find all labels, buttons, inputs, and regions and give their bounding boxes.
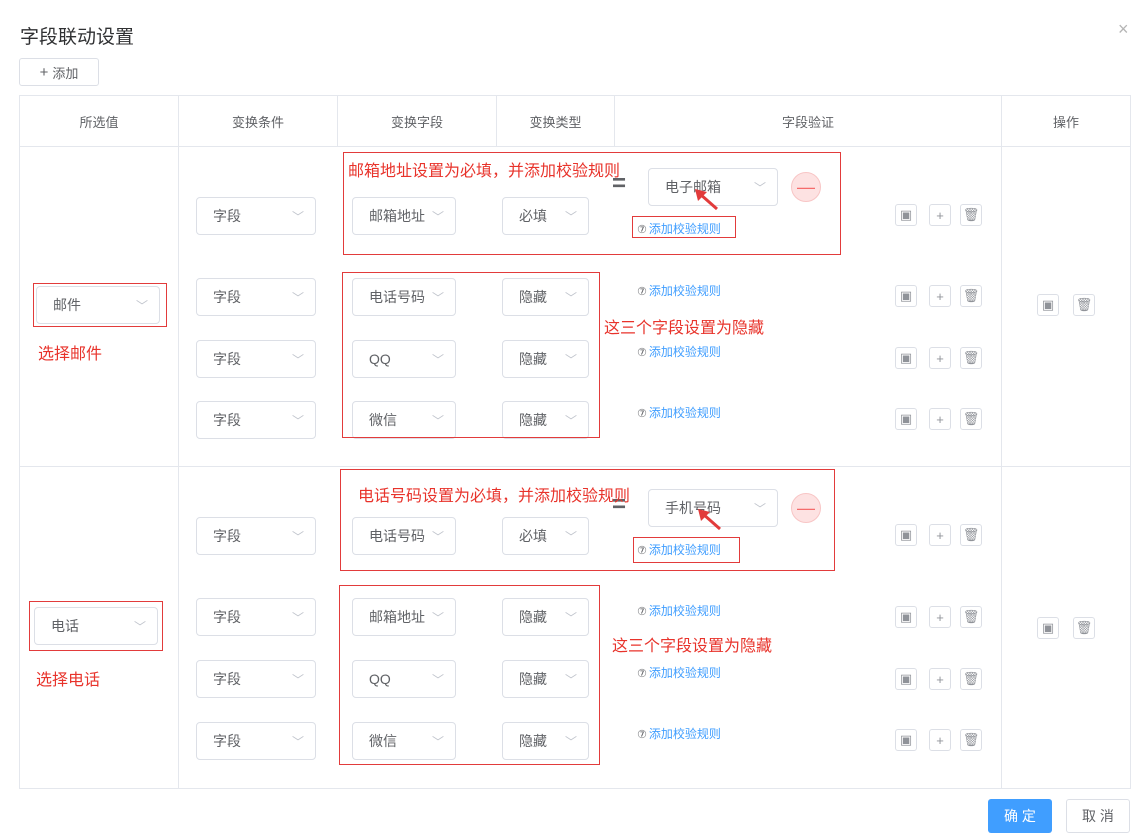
copy-row-button[interactable]: ▣ [895, 285, 917, 307]
annotation-note: 选择邮件 [38, 346, 103, 363]
condition-select[interactable]: 字段 ﹀ [196, 340, 316, 378]
condition-select[interactable]: 字段 ﹀ [196, 278, 316, 316]
delete-row-button[interactable]: 🗑 [960, 668, 982, 690]
delete-row-button[interactable]: 🗑 [960, 285, 982, 307]
delete-group-button[interactable]: 🗑 [1073, 294, 1095, 316]
add-rule-link[interactable]: ⑦ 添加校验规则 [637, 282, 721, 299]
copy-row-button[interactable]: ▣ [895, 408, 917, 430]
annotation-box [342, 272, 600, 438]
annotation-box [339, 585, 600, 765]
annotation-box [33, 283, 167, 327]
copy-row-button[interactable]: ▣ [895, 668, 917, 690]
copy-row-button[interactable]: ▣ [895, 729, 917, 751]
condition-select[interactable]: 字段 ﹀ [196, 660, 316, 698]
copy-group-button[interactable]: ▣ [1037, 294, 1059, 316]
condition-select[interactable]: 字段 ﹀ [196, 401, 316, 439]
copy-row-button[interactable]: ▣ [895, 606, 917, 628]
question-icon: ⑦ [637, 408, 647, 420]
condition-select[interactable]: 字段 ﹀ [196, 598, 316, 636]
arrow-annotation-icon [695, 189, 718, 211]
condition-select[interactable]: 字段 ﹀ [196, 722, 316, 760]
header-actions: 操作 [1052, 114, 1079, 130]
delete-row-button[interactable]: 🗑 [960, 408, 982, 430]
add-row-button[interactable]: + [929, 408, 951, 430]
link-label: 添加校验规则 [648, 406, 721, 420]
select-value: 字段 [213, 528, 241, 544]
add-button[interactable]: + 添加 [19, 58, 99, 86]
header-selected-value: 所选值 [79, 114, 119, 130]
select-value: 字段 [213, 609, 241, 625]
chevron-down-icon: ﹀ [291, 209, 304, 224]
annotation-box [29, 601, 163, 651]
header-validation: 字段验证 [781, 114, 834, 130]
link-label: 添加校验规则 [648, 284, 721, 298]
select-value: 字段 [213, 671, 241, 687]
select-value: 字段 [213, 208, 241, 224]
header-condition: 变换条件 [231, 114, 284, 130]
copy-group-button[interactable]: ▣ [1037, 617, 1059, 639]
question-icon: ⑦ [637, 347, 647, 359]
add-button-label: 添加 [52, 65, 79, 81]
add-row-button[interactable]: + [929, 668, 951, 690]
add-row-button[interactable]: + [929, 729, 951, 751]
delete-row-button[interactable]: 🗑 [960, 347, 982, 369]
delete-row-button[interactable]: 🗑 [960, 204, 982, 226]
header-field: 变换字段 [390, 114, 443, 130]
link-label: 添加校验规则 [648, 666, 721, 680]
add-row-button[interactable]: + [929, 606, 951, 628]
dialog-title: 字段联动设置 [20, 27, 135, 48]
delete-row-button[interactable]: 🗑 [960, 729, 982, 751]
chevron-down-icon: ﹀ [291, 529, 304, 544]
chevron-down-icon: ﹀ [291, 290, 304, 305]
delete-group-button[interactable]: 🗑 [1073, 617, 1095, 639]
chevron-down-icon: ﹀ [291, 672, 304, 687]
add-rule-link[interactable]: ⑦ 添加校验规则 [637, 343, 721, 360]
arrow-annotation-icon [698, 509, 721, 531]
select-value: 字段 [213, 351, 241, 367]
add-row-button[interactable]: + [929, 347, 951, 369]
add-rule-link[interactable]: ⑦ 添加校验规则 [637, 725, 721, 742]
question-icon: ⑦ [637, 606, 647, 618]
link-label: 添加校验规则 [648, 727, 721, 741]
copy-row-button[interactable]: ▣ [895, 524, 917, 546]
chevron-down-icon: ﹀ [291, 610, 304, 625]
annotation-required: 电话号码设置为必填，并添加校验规则 [358, 488, 631, 505]
annotation-box [632, 216, 736, 238]
chevron-down-icon: ﹀ [291, 352, 304, 367]
copy-row-button[interactable]: ▣ [895, 204, 917, 226]
add-rule-link[interactable]: ⑦ 添加校验规则 [637, 404, 721, 421]
question-icon: ⑦ [637, 668, 647, 680]
link-label: 添加校验规则 [648, 604, 721, 618]
question-icon: ⑦ [637, 286, 647, 298]
select-value: 字段 [213, 733, 241, 749]
select-value: 字段 [213, 412, 241, 428]
chevron-down-icon: ﹀ [291, 413, 304, 428]
add-rule-link[interactable]: ⑦ 添加校验规则 [637, 602, 721, 619]
annotation-hidden: 这三个字段设置为隐藏 [612, 638, 773, 655]
chevron-down-icon: ﹀ [291, 734, 304, 749]
add-row-button[interactable]: + [929, 285, 951, 307]
select-value: 字段 [213, 289, 241, 305]
annotation-required: 邮箱地址设置为必填，并添加校验规则 [348, 163, 621, 180]
copy-row-button[interactable]: ▣ [895, 347, 917, 369]
condition-select[interactable]: 字段 ﹀ [196, 197, 316, 235]
annotation-box [633, 537, 740, 563]
link-label: 添加校验规则 [648, 345, 721, 359]
question-icon: ⑦ [637, 729, 647, 741]
header-type: 变换类型 [529, 114, 582, 130]
annotation-note: 选择电话 [36, 672, 101, 689]
annotation-hidden: 这三个字段设置为隐藏 [604, 320, 765, 337]
add-row-button[interactable]: + [929, 524, 951, 546]
cancel-button[interactable]: 取 消 [1066, 799, 1130, 833]
delete-row-button[interactable]: 🗑 [960, 524, 982, 546]
plus-icon: + [39, 63, 49, 81]
add-row-button[interactable]: + [929, 204, 951, 226]
close-icon[interactable]: × [1118, 19, 1129, 40]
condition-select[interactable]: 字段 ﹀ [196, 517, 316, 555]
delete-row-button[interactable]: 🗑 [960, 606, 982, 628]
add-rule-link[interactable]: ⑦ 添加校验规则 [637, 664, 721, 681]
confirm-button[interactable]: 确 定 [988, 799, 1052, 833]
